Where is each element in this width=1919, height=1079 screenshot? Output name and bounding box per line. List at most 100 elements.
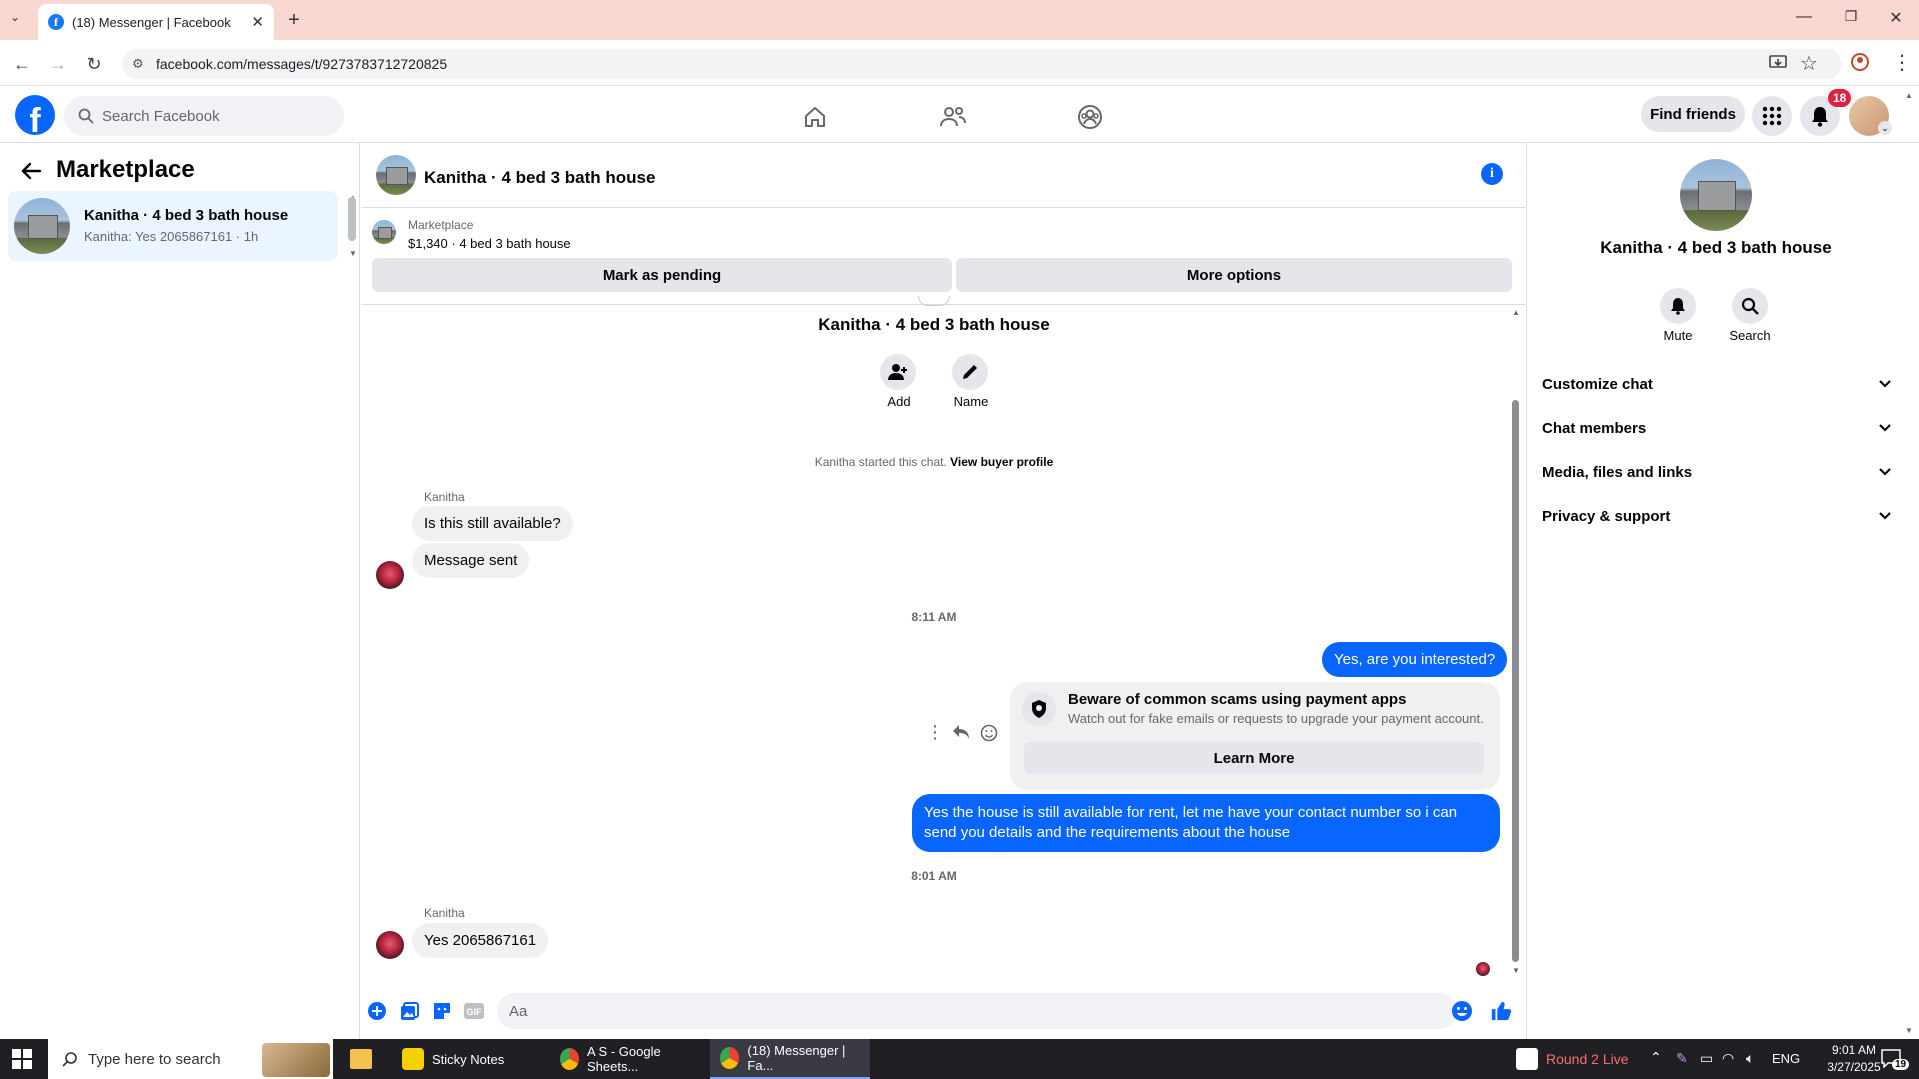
meet-tray-icon[interactable]: ▭ <box>1700 1050 1713 1067</box>
chat-title[interactable]: Kanitha · 4 bed 3 bath house <box>424 168 655 188</box>
taskbar-app-label: Sticky Notes <box>432 1051 505 1067</box>
message-bubble-incoming[interactable]: Message sent <box>412 543 530 578</box>
message-bubble-incoming[interactable]: Is this still available? <box>412 506 573 541</box>
message-bubble-outgoing[interactable]: Yes, are you interested? <box>1322 642 1508 677</box>
forward-button[interactable]: → <box>44 50 72 78</box>
started-text: Kanitha started this chat. <box>814 455 947 469</box>
react-smiley-icon[interactable] <box>980 724 998 742</box>
customize-chat-item[interactable]: Customize chat <box>1542 364 1892 404</box>
left-scrollbar[interactable] <box>348 197 356 241</box>
reply-icon[interactable] <box>952 724 970 740</box>
chat-scroll-up-icon[interactable]: ▲ <box>1512 308 1520 317</box>
restore-button[interactable]: ❐ <box>1831 8 1871 32</box>
privacy-support-item[interactable]: Privacy & support <box>1542 496 1892 536</box>
kanitha-avatar[interactable] <box>376 561 404 589</box>
thumbs-up-icon[interactable] <box>1490 1000 1512 1022</box>
tab-close-icon[interactable]: ✕ <box>251 13 264 31</box>
message-bubble-outgoing[interactable]: Yes the house is still available for ren… <box>912 794 1500 852</box>
chrome-icon <box>720 1047 740 1069</box>
friends-icon[interactable] <box>936 100 970 134</box>
more-actions-plus-icon[interactable] <box>366 1000 388 1022</box>
round-2-live-label[interactable]: Round 2 Live <box>1546 1051 1629 1067</box>
learn-more-button[interactable]: Learn More <box>1024 742 1484 774</box>
language-indicator[interactable]: ENG <box>1772 1051 1800 1066</box>
listing-price-title[interactable]: $1,340 · 4 bed 3 bath house <box>408 236 571 251</box>
taskbar-app-chrome-sheets[interactable]: A S - Google Sheets... <box>550 1039 708 1079</box>
svg-text:GIF: GIF <box>467 1007 483 1017</box>
live-app-icon[interactable] <box>1516 1048 1538 1070</box>
chat-scroll-down-icon[interactable]: ▼ <box>1512 966 1520 975</box>
volume-icon[interactable]: 🔈︎ <box>1746 1050 1754 1067</box>
minimize-button[interactable]: — <box>1784 8 1824 32</box>
taskbar-app-sticky-notes[interactable]: Sticky Notes <box>392 1039 547 1079</box>
search-in-chat-icon[interactable] <box>1732 288 1768 324</box>
info-icon[interactable]: i <box>1481 163 1503 185</box>
browser-menu-icon[interactable]: ⋮ <box>1892 50 1912 75</box>
bookmark-star-icon[interactable]: ☆ <box>1800 51 1818 76</box>
site-info-icon[interactable]: ⚙ <box>132 56 148 72</box>
scroll-down-arrow-icon[interactable]: ▼ <box>349 249 357 258</box>
message-bubble-incoming[interactable]: Yes 2065867161 <box>412 923 549 958</box>
file-explorer-icon[interactable] <box>350 1049 372 1069</box>
conversation-title: Kanitha · 4 bed 3 bath house <box>84 207 289 224</box>
mute-bell-icon[interactable] <box>1660 288 1696 324</box>
scam-warning-title: Beware of common scams using payment app… <box>1068 691 1407 708</box>
chevron-down-icon <box>1878 467 1892 477</box>
profile-icon[interactable] <box>1850 52 1872 74</box>
back-button[interactable]: ← <box>8 50 36 78</box>
tray-chevron-up-icon[interactable]: ⌃ <box>1650 1049 1662 1066</box>
mute-label: Mute <box>1663 328 1693 343</box>
back-arrow-icon[interactable] <box>20 160 42 182</box>
sticker-icon[interactable] <box>431 1000 453 1022</box>
account-chevron-down-icon[interactable]: ⌄ <box>1878 121 1892 135</box>
kanitha-avatar[interactable] <box>376 931 404 959</box>
facebook-search-input[interactable]: Search Facebook <box>64 96 344 136</box>
chevron-down-icon <box>1878 511 1892 521</box>
new-tab-button[interactable]: + <box>282 8 306 32</box>
message-input[interactable]: Aa <box>497 993 1457 1029</box>
emoji-icon[interactable] <box>1451 1000 1473 1022</box>
home-icon[interactable] <box>798 100 832 134</box>
find-friends-button[interactable]: Find friends <box>1641 96 1745 132</box>
media-files-links-item[interactable]: Media, files and links <box>1542 452 1892 492</box>
taskbar-app-chrome-messenger[interactable]: (18) Messenger | Fa... <box>710 1039 870 1079</box>
more-actions-icon[interactable]: ⋮ <box>926 722 944 743</box>
mark-as-pending-button[interactable]: Mark as pending <box>372 258 952 292</box>
chat-header-thumbnail[interactable] <box>376 155 416 195</box>
conversation-preview: Kanitha: Yes 2065867161 · 1h <box>84 229 259 244</box>
chat-members-item[interactable]: Chat members <box>1542 408 1892 448</box>
url-text: facebook.com/messages/t/9273783712720825 <box>156 56 448 72</box>
windows-start-icon[interactable] <box>12 1049 32 1069</box>
chat-info-thumbnail[interactable] <box>1680 159 1752 231</box>
menu-grid-icon[interactable] <box>1752 96 1792 136</box>
groups-icon[interactable] <box>1073 100 1107 134</box>
chat-scrollbar[interactable] <box>1512 400 1519 962</box>
page-scroll-down-icon[interactable]: ▼ <box>1905 1026 1913 1035</box>
facebook-logo-icon[interactable]: f <box>15 95 55 135</box>
search-icon <box>78 108 94 124</box>
marketplace-label: Marketplace <box>408 218 474 232</box>
reload-button[interactable]: ↻ <box>80 50 108 78</box>
customize-chat-label: Customize chat <box>1542 375 1653 393</box>
window-close-button[interactable]: ✕ <box>1876 8 1916 32</box>
view-buyer-profile-link[interactable]: View buyer profile <box>950 455 1053 469</box>
browser-tab-messenger[interactable]: f (18) Messenger | Facebook ✕ <box>38 4 274 40</box>
pen-tray-icon[interactable]: ✎ <box>1676 1050 1688 1067</box>
facebook-favicon-icon: f <box>48 14 64 30</box>
more-options-button[interactable]: More options <box>956 258 1512 292</box>
house-thumbnail <box>14 198 70 254</box>
conversation-list-panel <box>0 143 360 1039</box>
wifi-icon[interactable]: ◠ <box>1722 1050 1734 1067</box>
scam-warning-text: Watch out for fake emails or requests to… <box>1068 711 1484 726</box>
address-bar[interactable]: facebook.com/messages/t/9273783712720825 <box>122 49 1842 79</box>
page-scroll-up-icon[interactable]: ▲ <box>1905 91 1913 100</box>
tab-search-chevron-icon[interactable]: ⌄ <box>10 10 30 30</box>
taskbar-search-placeholder: Type here to search <box>88 1050 221 1068</box>
edit-name-pencil-icon[interactable] <box>952 354 988 390</box>
attach-photo-icon[interactable] <box>399 1000 421 1022</box>
gif-icon[interactable]: GIF <box>463 1000 485 1022</box>
chrome-icon <box>560 1048 579 1070</box>
media-files-links-label: Media, files and links <box>1542 463 1693 481</box>
install-app-icon[interactable] <box>1768 52 1790 74</box>
add-person-icon[interactable] <box>880 354 916 390</box>
